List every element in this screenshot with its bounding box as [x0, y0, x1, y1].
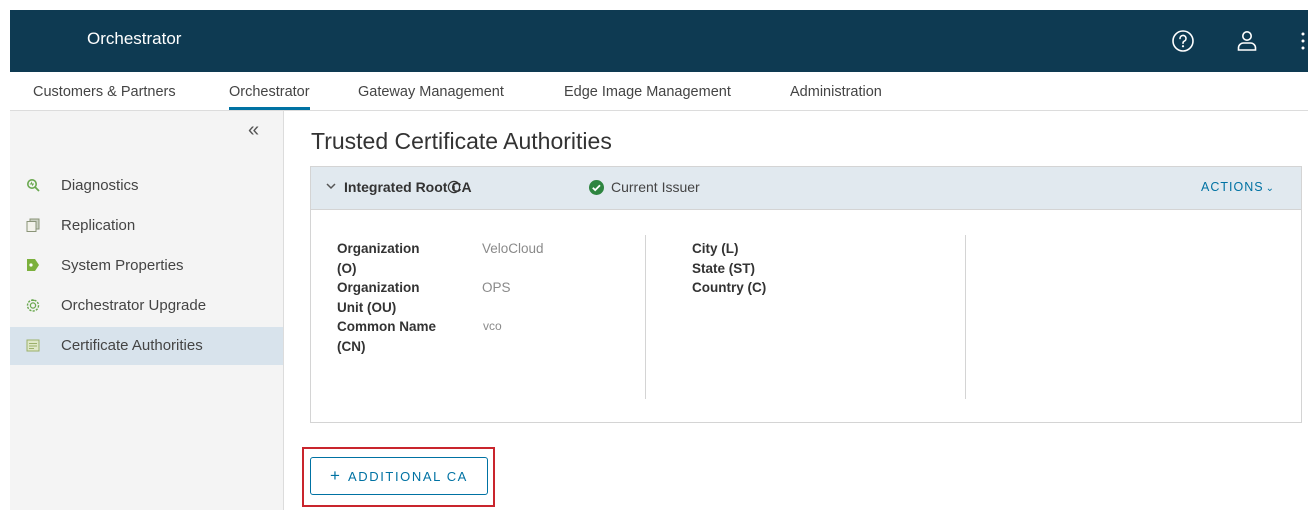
ca-details-left-labels: Organization (O) Organization Unit (OU) … [337, 239, 436, 356]
field-label: (O) [337, 260, 357, 276]
ca-status: Current Issuer [611, 179, 700, 195]
actions-dropdown[interactable]: ACTIONS ⌄ [1201, 180, 1275, 194]
sidebar-item-label: Orchestrator Upgrade [61, 297, 207, 314]
additional-ca-button[interactable]: + ADDITIONAL CA [310, 457, 488, 495]
tab-edge-image-management[interactable]: Edge Image Management [564, 84, 731, 100]
tab-gateway-management[interactable]: Gateway Management [358, 84, 504, 100]
sidebar-item-label: Diagnostics [61, 177, 139, 194]
plus-icon: + [330, 466, 340, 485]
organization-unit-value: OPS [482, 280, 511, 295]
tab-administration[interactable]: Administration [790, 84, 882, 100]
info-icon[interactable] [447, 180, 461, 194]
additional-ca-label: ADDITIONAL CA [347, 468, 468, 484]
field-label: Unit (OU) [337, 299, 397, 315]
sidebar-item-replication[interactable]: Replication [10, 207, 283, 245]
sidebar-item-system-properties[interactable]: System Properties [10, 247, 283, 285]
sidebar-item-label: Certificate Authorities [61, 337, 203, 354]
column-divider [965, 235, 966, 399]
page-title: Trusted Certificate Authorities [311, 128, 612, 154]
ca-details-left-values: VeloCloud OPS vco [482, 239, 544, 337]
certificate-icon [26, 339, 40, 352]
user-icon[interactable] [1234, 28, 1260, 54]
tab-customers-partners[interactable]: Customers & Partners [33, 84, 176, 100]
field-label: Organization [337, 280, 420, 295]
ca-card: Integrated Root CA Current Issuer ACTION… [310, 166, 1302, 423]
common-name-value: vco [483, 319, 502, 333]
upgrade-icon [26, 299, 40, 312]
diagnostics-icon [27, 179, 40, 192]
app-title: Orchestrator [87, 29, 182, 48]
column-divider [645, 235, 646, 399]
field-label: Organization [337, 241, 420, 256]
chevron-down-icon[interactable] [325, 180, 337, 192]
ca-details-right-labels: City (L) State (ST) Country (C) [692, 239, 766, 298]
chevron-down-icon: ⌄ [1265, 183, 1275, 194]
field-label: Common Name [337, 319, 437, 334]
field-label: Country (C) [692, 280, 767, 295]
ca-card-header[interactable]: Integrated Root CA Current Issuer ACTION… [311, 167, 1301, 210]
top-header: Orchestrator [10, 10, 1308, 72]
more-vertical-icon[interactable] [1298, 28, 1308, 54]
field-label: (CN) [337, 338, 366, 354]
sidebar: « Diagnostics Replication System Propert… [10, 111, 284, 510]
field-label: State (ST) [692, 260, 756, 276]
sidebar-item-diagnostics[interactable]: Diagnostics [10, 167, 283, 205]
replication-icon [26, 218, 40, 232]
check-circle-icon [589, 180, 604, 195]
system-properties-icon [27, 259, 39, 271]
main-nav-tabs: Customers & Partners Orchestrator Gatewa… [10, 72, 1308, 111]
sidebar-item-certificate-authorities[interactable]: Certificate Authorities [10, 327, 283, 365]
field-label: City (L) [692, 241, 739, 256]
actions-label: ACTIONS [1201, 180, 1264, 194]
sidebar-item-orchestrator-upgrade[interactable]: Orchestrator Upgrade [10, 287, 283, 325]
organization-value: VeloCloud [482, 241, 544, 256]
sidebar-item-label: Replication [61, 217, 136, 234]
help-icon[interactable] [1170, 28, 1196, 54]
tab-orchestrator[interactable]: Orchestrator [229, 84, 310, 110]
sidebar-item-label: System Properties [61, 257, 184, 274]
double-chevron-left-icon[interactable]: « [248, 119, 259, 142]
